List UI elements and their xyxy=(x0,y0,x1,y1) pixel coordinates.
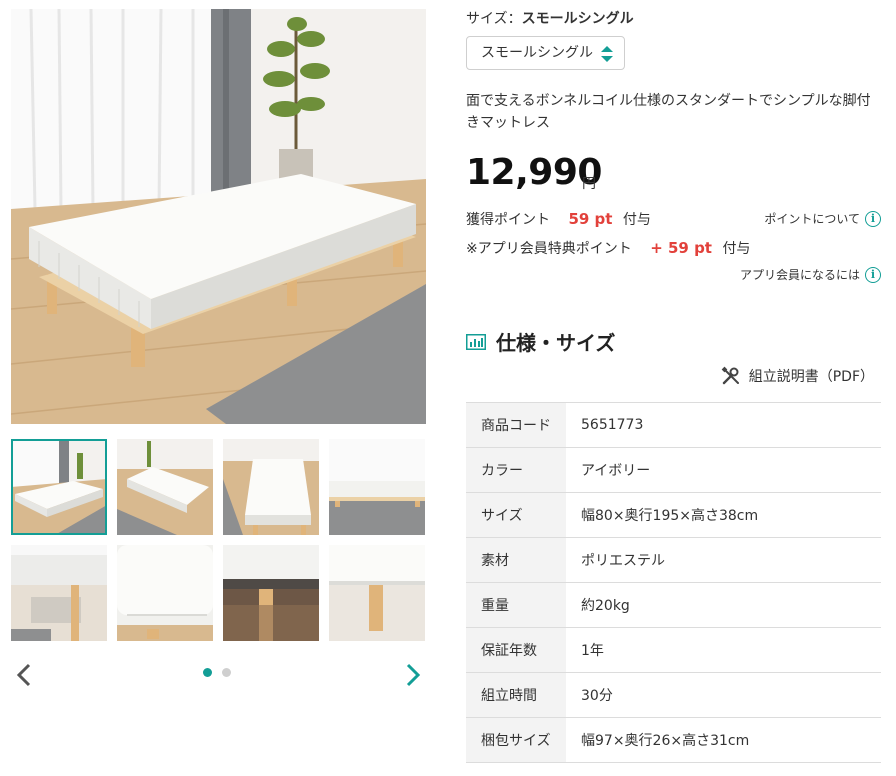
info-icon: i xyxy=(865,266,881,283)
thumbnail-8[interactable] xyxy=(329,545,425,641)
spec-key: カラー xyxy=(466,447,566,493)
earned-points-value: 59 pt xyxy=(568,210,613,228)
spec-value: 約20kg xyxy=(566,582,881,628)
spec-key: 素材 xyxy=(466,537,566,583)
thumbnail-1[interactable] xyxy=(11,439,107,535)
spec-value: 1年 xyxy=(566,627,881,673)
thumbnail-2[interactable] xyxy=(117,439,213,535)
app-points-label: ※アプリ会員特典ポイント xyxy=(466,241,632,257)
price-unit: 円 xyxy=(582,176,596,192)
assembly-manual-link[interactable]: 組立説明書（PDF） xyxy=(721,366,874,386)
thumbnail-7[interactable] xyxy=(223,545,319,641)
sort-arrows-icon xyxy=(601,46,613,62)
spec-key: 組立時間 xyxy=(466,672,566,718)
chevron-left-icon xyxy=(16,663,31,687)
thumbnail-3[interactable] xyxy=(223,439,319,535)
spec-value: 30分 xyxy=(566,672,881,718)
table-row: 組立時間 30分 xyxy=(466,672,881,718)
size-select[interactable]: スモールシングル xyxy=(466,36,625,70)
table-row: サイズ 幅80×奥行195×高さ38cm xyxy=(466,492,881,538)
thumbnail-grid xyxy=(11,439,426,641)
table-row: 梱包サイズ 幅97×奥行26×高さ31cm xyxy=(466,717,881,763)
size-label: サイズ： xyxy=(466,11,522,27)
next-image-button[interactable] xyxy=(400,660,426,690)
table-row: 保証年数 1年 xyxy=(466,627,881,673)
spec-value: ポリエステル xyxy=(566,537,881,583)
table-row: 素材 ポリエステル xyxy=(466,537,881,583)
spec-value: 幅97×奥行26×高さ31cm xyxy=(566,717,881,763)
page-dot-2[interactable] xyxy=(222,668,231,677)
thumbnail-6[interactable] xyxy=(117,545,213,641)
spec-value: 幅80×奥行195×高さ38cm xyxy=(566,492,881,538)
spec-key: 重量 xyxy=(466,582,566,628)
app-points-suffix: 付与 xyxy=(722,241,751,257)
spec-key: 商品コード xyxy=(466,402,566,448)
earned-points-suffix: 付与 xyxy=(622,212,651,228)
size-select-value: スモールシングル xyxy=(481,45,593,61)
points-about-label: ポイントについて xyxy=(764,212,860,226)
earned-points-row: 獲得ポイント 59 pt 付与 xyxy=(466,209,651,229)
chart-table-icon xyxy=(466,333,486,350)
table-row: 重量 約20kg xyxy=(466,582,881,628)
size-option-line: サイズ：スモールシングル xyxy=(466,8,634,28)
product-description: 面で支えるボンネルコイル仕様のスタンダートでシンプルな脚付きマットレス xyxy=(466,93,871,131)
spec-heading: 仕様・サイズ xyxy=(466,327,615,356)
spec-value: アイボリー xyxy=(566,447,881,493)
app-member-label: アプリ会員になるには xyxy=(739,268,860,282)
tools-icon xyxy=(721,366,739,385)
earned-points-label: 獲得ポイント xyxy=(466,212,550,228)
points-about-link[interactable]: ポイントについて i xyxy=(764,210,881,227)
thumbnail-5[interactable] xyxy=(11,545,107,641)
table-row: 商品コード 5651773 xyxy=(466,402,881,448)
spec-key: 保証年数 xyxy=(466,627,566,673)
chevron-right-icon xyxy=(406,663,421,687)
spec-key: サイズ xyxy=(466,492,566,538)
gallery-page-dots xyxy=(203,668,231,678)
main-product-image[interactable] xyxy=(11,9,426,424)
spec-value: 5651773 xyxy=(566,402,881,448)
info-icon: i xyxy=(865,210,881,227)
assembly-manual-label: 組立説明書（PDF） xyxy=(748,369,874,385)
table-row: カラー アイボリー xyxy=(466,447,881,493)
previous-image-button[interactable] xyxy=(11,660,37,690)
app-points-row: ※アプリ会員特典ポイント + 59 pt 付与 xyxy=(466,238,750,258)
page-dot-1[interactable] xyxy=(203,668,212,677)
spec-key: 梱包サイズ xyxy=(466,717,566,763)
app-points-value: + 59 pt xyxy=(650,239,712,257)
spec-table: 商品コード 5651773 カラー アイボリー サイズ 幅80×奥行195×高さ38c… xyxy=(466,402,881,763)
spec-heading-title: 仕様・サイズ xyxy=(496,331,616,355)
thumbnail-4[interactable] xyxy=(329,439,425,535)
app-member-link[interactable]: アプリ会員になるには i xyxy=(740,266,881,283)
size-value: スモールシングル xyxy=(521,11,634,27)
